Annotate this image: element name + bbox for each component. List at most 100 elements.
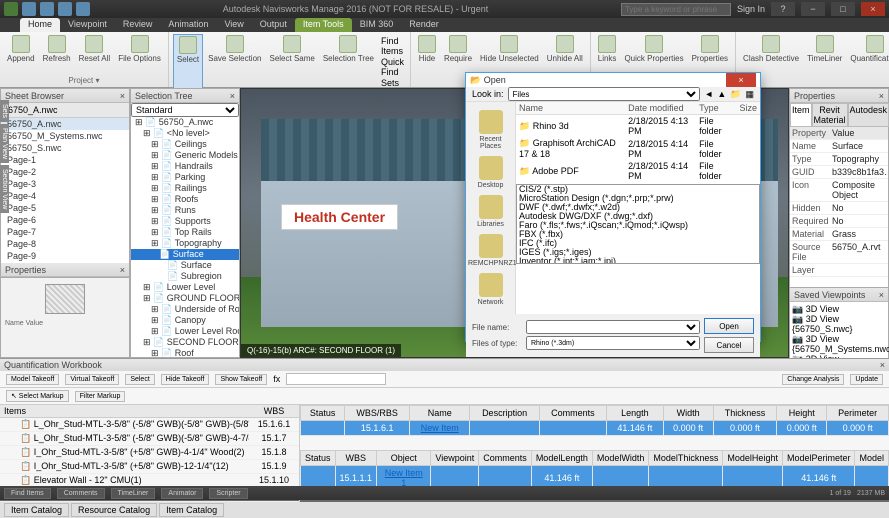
panel-close-icon[interactable]: × [120,91,125,101]
tree-node[interactable]: 📄 Surface [131,249,239,260]
unhide-all-button[interactable]: Unhide All [544,34,586,64]
file-item[interactable]: Page-2 [1,166,129,178]
show-takeoff-button[interactable]: Show Takeoff [215,374,267,385]
cancel-button[interactable]: Cancel [704,337,754,353]
object-table[interactable]: StatusWBSObjectViewpointCommentsModelLen… [300,450,889,491]
column-header[interactable]: Name [516,102,625,115]
detail-table[interactable]: StatusWBS/RBSNameDescriptionCommentsLeng… [300,405,889,436]
quick-find-link[interactable]: Quick Find [381,57,404,77]
column-header[interactable]: Size [736,102,760,115]
sets-tab[interactable]: Sets [0,100,9,122]
tab-item-catalog-2[interactable]: Item Catalog [159,503,224,517]
root-file[interactable]: 56750_A.nwc [1,103,129,118]
place-item[interactable]: Desktop [468,156,513,189]
column-header[interactable]: Name [410,406,470,421]
tree-body[interactable]: ⊞ 📄 56750_A.nwc⊞ 📄 <No level>⊞ 📄 Ceiling… [131,117,239,357]
close-button[interactable]: × [861,2,885,16]
tree-node[interactable]: ⊞ 📄 Canopy [131,315,239,326]
tab-autodesk[interactable]: Autodesk [848,103,889,127]
quant-item-row[interactable]: 📋 L_Ohr_Stud-MTL-3-5/8" (-5/8" GWB)(-5/8… [0,432,299,446]
place-item[interactable]: Network [468,273,513,306]
signin-button[interactable]: Sign In [737,4,765,14]
qat-btn[interactable] [76,2,90,16]
up-icon[interactable]: ▲ [717,89,726,99]
folder-row[interactable]: 📁 Rhino 3d2/18/2015 4:13 PMFile folder [516,115,760,138]
plan-view-tab[interactable]: Plan View [0,124,9,163]
tab-view[interactable]: View [216,18,251,32]
file-item[interactable]: Page-6 [1,214,129,226]
tab-item[interactable]: Item [790,103,812,127]
filetype-select[interactable]: Rhino (*.3dm) [526,336,700,350]
saved-view-item[interactable]: 📷 3D View {56750_M_Systems.nwc} [792,334,886,354]
formula-input[interactable] [286,373,386,385]
panel-close-icon[interactable]: × [230,91,235,101]
column-header[interactable]: ModelPerimeter [782,451,855,466]
tab-revit-material[interactable]: Revit Material [812,103,848,127]
tree-node[interactable]: ⊞ 📄 Runs [131,205,239,216]
tree-node[interactable]: ⊞ 📄 Roof [131,348,239,357]
tree-node[interactable]: ⊞ 📄 SECOND FLOOR [131,337,239,348]
tab-animation[interactable]: Animation [160,18,216,32]
column-header[interactable]: Comments [479,451,532,466]
column-header[interactable]: Model [855,451,889,466]
scripter-tab[interactable]: Scripter [209,488,247,499]
minimize-button[interactable]: − [801,2,825,16]
place-item[interactable]: Libraries [468,195,513,228]
section-view-tab[interactable]: Section View [0,165,9,213]
tree-node[interactable]: ⊞ 📄 GROUND FLOOR [131,293,239,304]
sets-link[interactable]: Sets [381,78,404,88]
filetype-option[interactable]: Inventor (*.ipt;*.iam;*.ipj) [517,257,759,264]
tree-mode-select[interactable]: Standard [131,103,239,117]
search-input[interactable] [621,3,731,16]
dialog-close-button[interactable]: × [726,73,756,87]
column-header[interactable]: ModelWidth [592,451,649,466]
file-item[interactable]: Page-7 [1,226,129,238]
file-item[interactable]: 56750_A.nwc [1,118,129,130]
quantification-button[interactable]: Quantification [847,34,889,80]
column-header[interactable]: ModelHeight [723,451,783,466]
new-folder-icon[interactable]: 📁 [730,89,741,100]
selection-tree-button[interactable]: Selection Tree [320,34,377,90]
tree-node[interactable]: ⊞ 📄 Generic Models [131,150,239,161]
require-button[interactable]: Require [441,34,475,64]
panel-close-icon[interactable]: × [879,290,884,300]
column-header[interactable]: ModelLength [531,451,592,466]
column-header[interactable]: Length [607,406,664,421]
saved-view-item[interactable]: 📷 3D View [792,304,886,314]
select-button[interactable]: Select [173,34,203,90]
column-header[interactable]: WBS/RBS [345,406,410,421]
properties-button[interactable]: Properties [689,34,731,64]
column-header[interactable]: Thickness [713,406,777,421]
panel-close-icon[interactable]: × [120,265,125,275]
tab-review[interactable]: Review [115,18,161,32]
file-item[interactable]: Page-8 [1,238,129,250]
folder-row[interactable]: 📁 Graphisoft ArchiCAD 17 & 182/18/2015 4… [516,137,760,160]
tree-node[interactable]: ⊞ 📄 Roofs [131,194,239,205]
file-item[interactable]: Page-1 [1,154,129,166]
animator-tab[interactable]: Animator [161,488,203,499]
file-options-button[interactable]: File Options [115,34,164,64]
filter-markup-button[interactable]: Filter Markup [75,391,126,402]
tab-render[interactable]: Render [401,18,447,32]
timeliner-button[interactable]: TimeLiner [804,34,845,80]
help-icon[interactable]: ? [771,2,795,16]
tab-item-tools[interactable]: Item Tools [295,18,352,32]
select-same-button[interactable]: Select Same [266,34,317,90]
filename-input[interactable] [526,320,700,334]
saved-views-list[interactable]: 📷 3D View📷 3D View {56750_S.nwc}📷 3D Vie… [790,302,888,366]
tree-node[interactable]: ⊞ 📄 Parking [131,172,239,183]
tab-home[interactable]: Home [20,18,60,32]
tree-node[interactable]: ⊞ 📄 Topography [131,238,239,249]
column-header[interactable]: Perimeter [827,406,889,421]
column-header[interactable]: Type [696,102,736,115]
column-header[interactable]: Status [301,406,345,421]
qat-btn[interactable] [58,2,72,16]
column-header[interactable]: Description [470,406,539,421]
views-icon[interactable]: ▦ [745,89,754,100]
column-header[interactable]: Object [377,451,431,466]
timeliner-tab[interactable]: TimeLiner [111,488,156,499]
file-listing[interactable]: NameDate modifiedTypeSize 📁 Rhino 3d2/18… [516,102,760,314]
column-header[interactable]: Status [301,451,336,466]
app-icon[interactable] [4,2,18,16]
reset-button[interactable]: Reset All [76,34,114,64]
